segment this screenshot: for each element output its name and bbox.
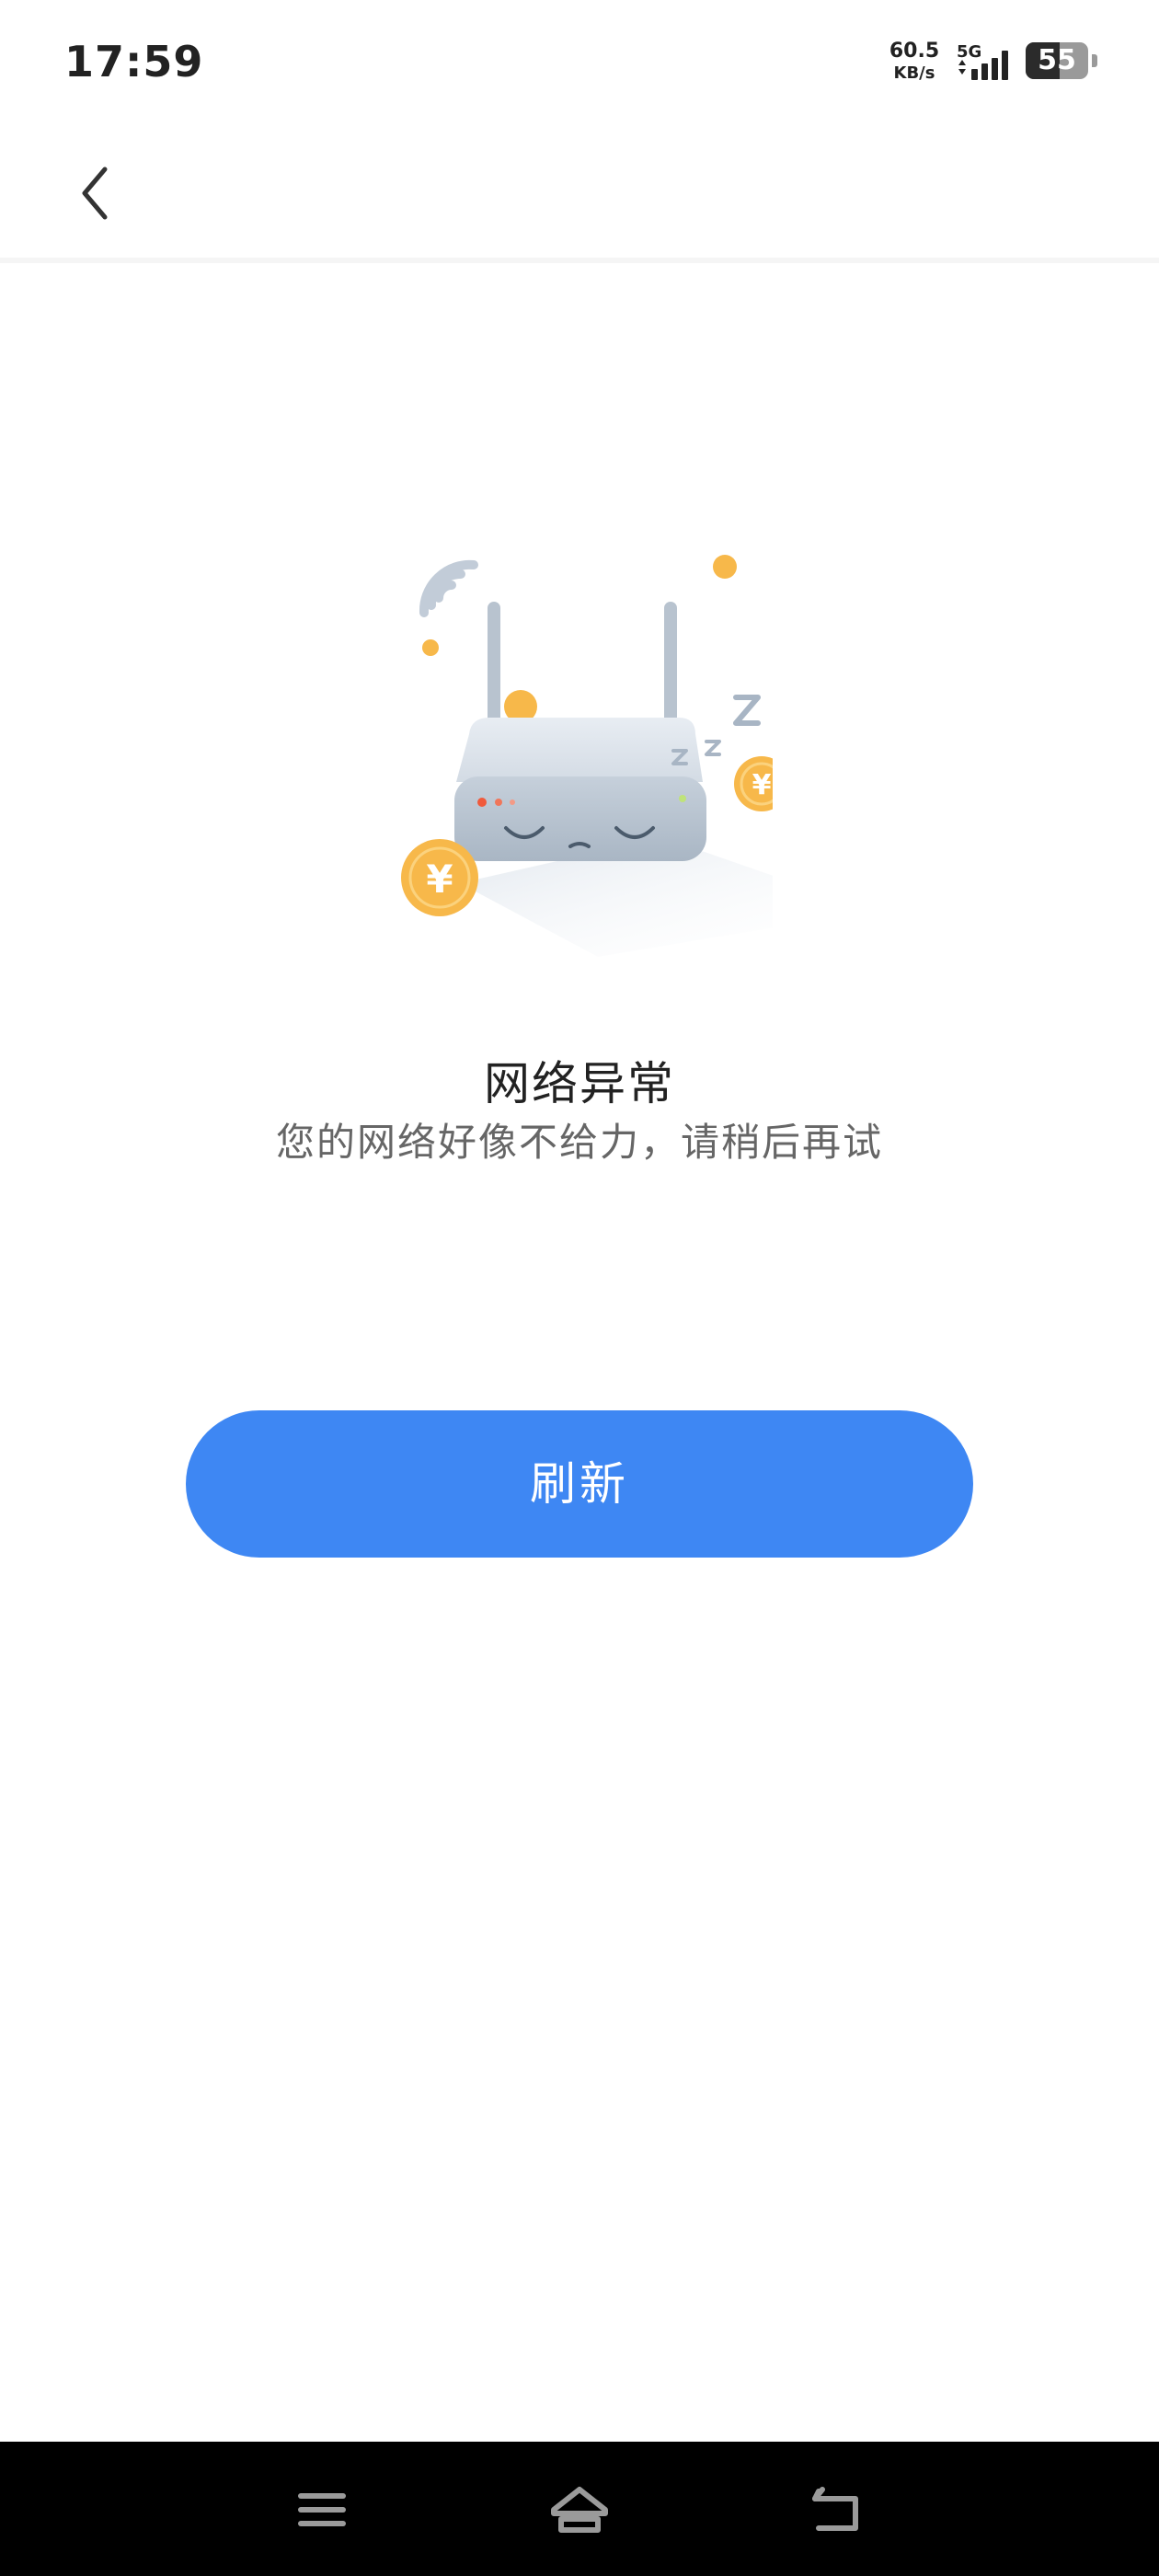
wifi-icon	[419, 559, 478, 617]
coin-symbol: ¥	[426, 857, 453, 902]
battery-body: 55	[1026, 42, 1088, 79]
router-top	[456, 718, 703, 782]
nav-bar	[0, 129, 1159, 263]
menu-icon	[298, 2493, 346, 2526]
system-back-button[interactable]	[804, 2477, 870, 2543]
coin-dot	[713, 555, 737, 579]
antenna-right	[664, 602, 677, 730]
coin-right: ¥	[734, 756, 773, 811]
system-home-button[interactable]	[546, 2477, 613, 2543]
network-type-label: 5G	[957, 42, 981, 62]
router-light	[510, 799, 515, 805]
coin-left: ¥	[401, 839, 478, 916]
sleeping-router-icon: ¥ ¥	[401, 555, 773, 957]
error-subtitle: 您的网络好像不给力，请稍后再试	[275, 1120, 883, 1165]
router-light	[477, 798, 487, 807]
network-speed-unit: KB/s	[893, 63, 935, 83]
coin-symbol: ¥	[752, 769, 772, 801]
battery-tip	[1092, 54, 1097, 67]
coin-dot	[422, 639, 439, 656]
router-light	[679, 795, 686, 802]
cellular-signal-icon: 5G	[957, 42, 1008, 80]
router-light	[495, 799, 502, 806]
back-button[interactable]	[64, 156, 138, 230]
router-front	[454, 776, 706, 861]
status-bar: 17:59 60.5 KB/s 5G 55	[0, 0, 1159, 129]
battery-level: 55	[1038, 44, 1076, 76]
chevron-left-icon	[82, 167, 108, 220]
back-arrow-icon	[812, 2487, 858, 2531]
system-nav-bar	[0, 2442, 1159, 2576]
system-menu-button[interactable]	[289, 2477, 355, 2543]
home-icon	[551, 2487, 608, 2533]
network-speed: 60.5 KB/s	[885, 40, 944, 85]
antenna-left	[488, 602, 500, 730]
refresh-button[interactable]: 刷新	[186, 1410, 973, 1558]
battery-indicator: 55	[1026, 42, 1097, 79]
network-speed-value: 60.5	[889, 40, 940, 63]
error-title: 网络异常	[484, 1057, 675, 1110]
status-time: 17:59	[64, 37, 204, 86]
